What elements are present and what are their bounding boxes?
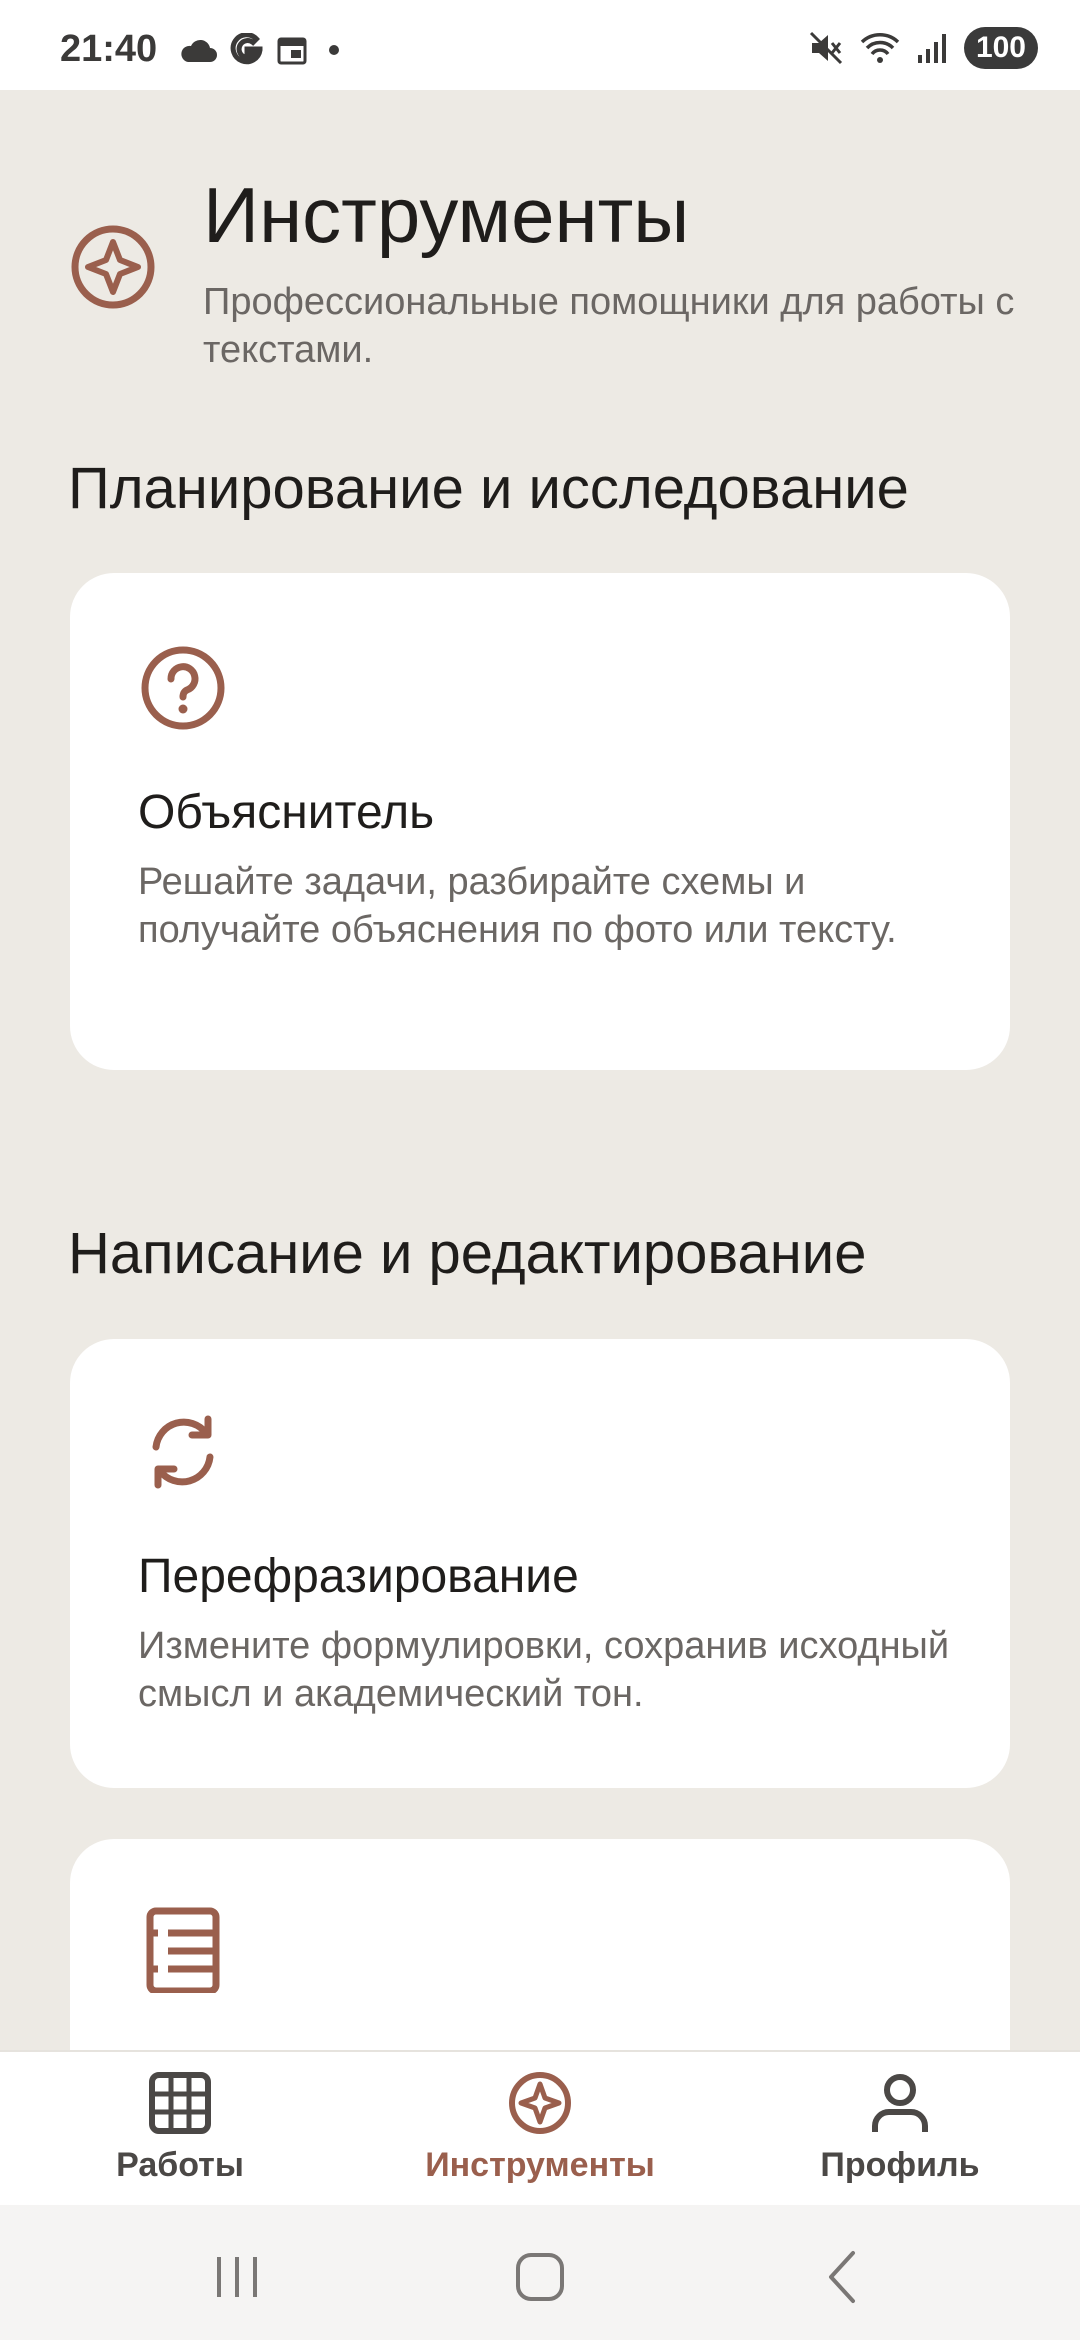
nav-label-works: Работы (116, 2146, 244, 2184)
mute-icon (809, 31, 842, 65)
card-description: Измените формулировки, сохранив исходный… (138, 1625, 950, 1715)
grid-icon (149, 2072, 211, 2134)
refresh-icon (152, 1415, 214, 1489)
nav-item-profile[interactable]: Профиль (720, 2070, 1080, 2185)
card-title: Объяснитель (138, 786, 435, 839)
system-nav-bar (0, 2205, 1080, 2340)
tool-card-explainer[interactable]: Объяснитель Решайте задачи, разбирайте с… (70, 573, 1010, 1070)
bottom-nav: Работы Инструменты Профиль (0, 2050, 1080, 2207)
status-bar: 21:40 100 (0, 0, 1080, 90)
page-subtitle: Профессиональные помощники для работы с … (203, 281, 1015, 371)
nav-label-tools: Инструменты (425, 2146, 655, 2184)
calendar-icon (277, 37, 307, 65)
tool-card-paraphrase[interactable]: Перефразирование Измените формулировки, … (70, 1339, 1010, 1788)
nav-item-works[interactable]: Работы (0, 2070, 360, 2185)
section-title-planning: Планирование и исследование (68, 456, 909, 521)
nav-item-tools[interactable]: Инструменты (360, 2070, 720, 2185)
back-icon[interactable] (803, 2247, 883, 2307)
page-title: Инструменты (203, 171, 690, 259)
sparkle-compass-icon (509, 2072, 571, 2134)
cloud-icon (181, 39, 217, 62)
battery-indicator: 100 (963, 27, 1038, 69)
card-title: Перефразирование (138, 1550, 579, 1603)
dot-icon (329, 45, 339, 55)
status-icons-left (178, 30, 344, 70)
card-description: Решайте задачи, разбирайте схемы и получ… (138, 861, 897, 951)
section-title-writing: Написание и редактирование (68, 1221, 867, 1286)
question-circle-icon (141, 646, 225, 730)
person-icon (872, 2074, 928, 2132)
document-lines-icon (146, 1907, 220, 1993)
wifi-icon (860, 33, 900, 63)
sparkle-compass-icon (71, 225, 155, 309)
nav-label-profile: Профиль (820, 2146, 980, 2184)
recents-icon[interactable] (197, 2247, 277, 2307)
home-icon[interactable] (500, 2247, 580, 2307)
google-icon (230, 33, 263, 65)
status-time: 21:40 (60, 28, 158, 70)
signal-icon (917, 34, 946, 63)
status-icons-right: 100 (808, 26, 1038, 70)
